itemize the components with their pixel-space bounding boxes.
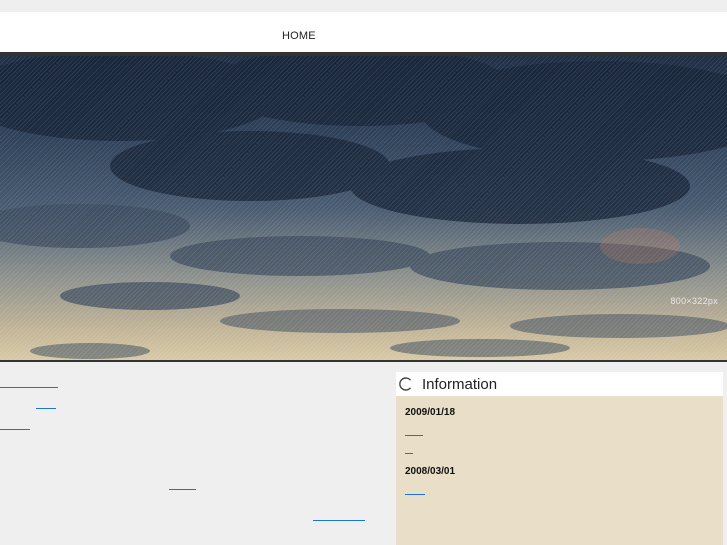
info-link[interactable] — [405, 425, 423, 436]
content-link-3[interactable] — [0, 417, 30, 430]
info-link[interactable] — [405, 484, 425, 495]
info-date: 2009/01/18 — [405, 407, 456, 418]
content-link-1[interactable] — [0, 375, 58, 388]
info-link[interactable] — [405, 443, 413, 454]
information-header: Information — [396, 372, 723, 396]
content-link-2[interactable] — [36, 396, 56, 409]
top-strip — [0, 0, 727, 12]
information-title: Information — [422, 376, 498, 393]
hero-banner: 800×322px — [0, 56, 727, 360]
nav-bar: HOME — [0, 12, 727, 52]
info-date: 2008/03/01 — [405, 466, 456, 477]
hero-dimension-label: 800×322px — [670, 296, 718, 306]
nav-home-link[interactable]: HOME — [282, 30, 316, 42]
hero-stripe-overlay — [0, 56, 727, 360]
content-link-4[interactable] — [169, 477, 196, 490]
information-panel: Information 2009/01/18 2008/03/01 — [396, 372, 723, 545]
content-link-5[interactable] — [313, 508, 365, 521]
left-column — [0, 362, 390, 545]
circle-arc-icon — [399, 377, 412, 391]
